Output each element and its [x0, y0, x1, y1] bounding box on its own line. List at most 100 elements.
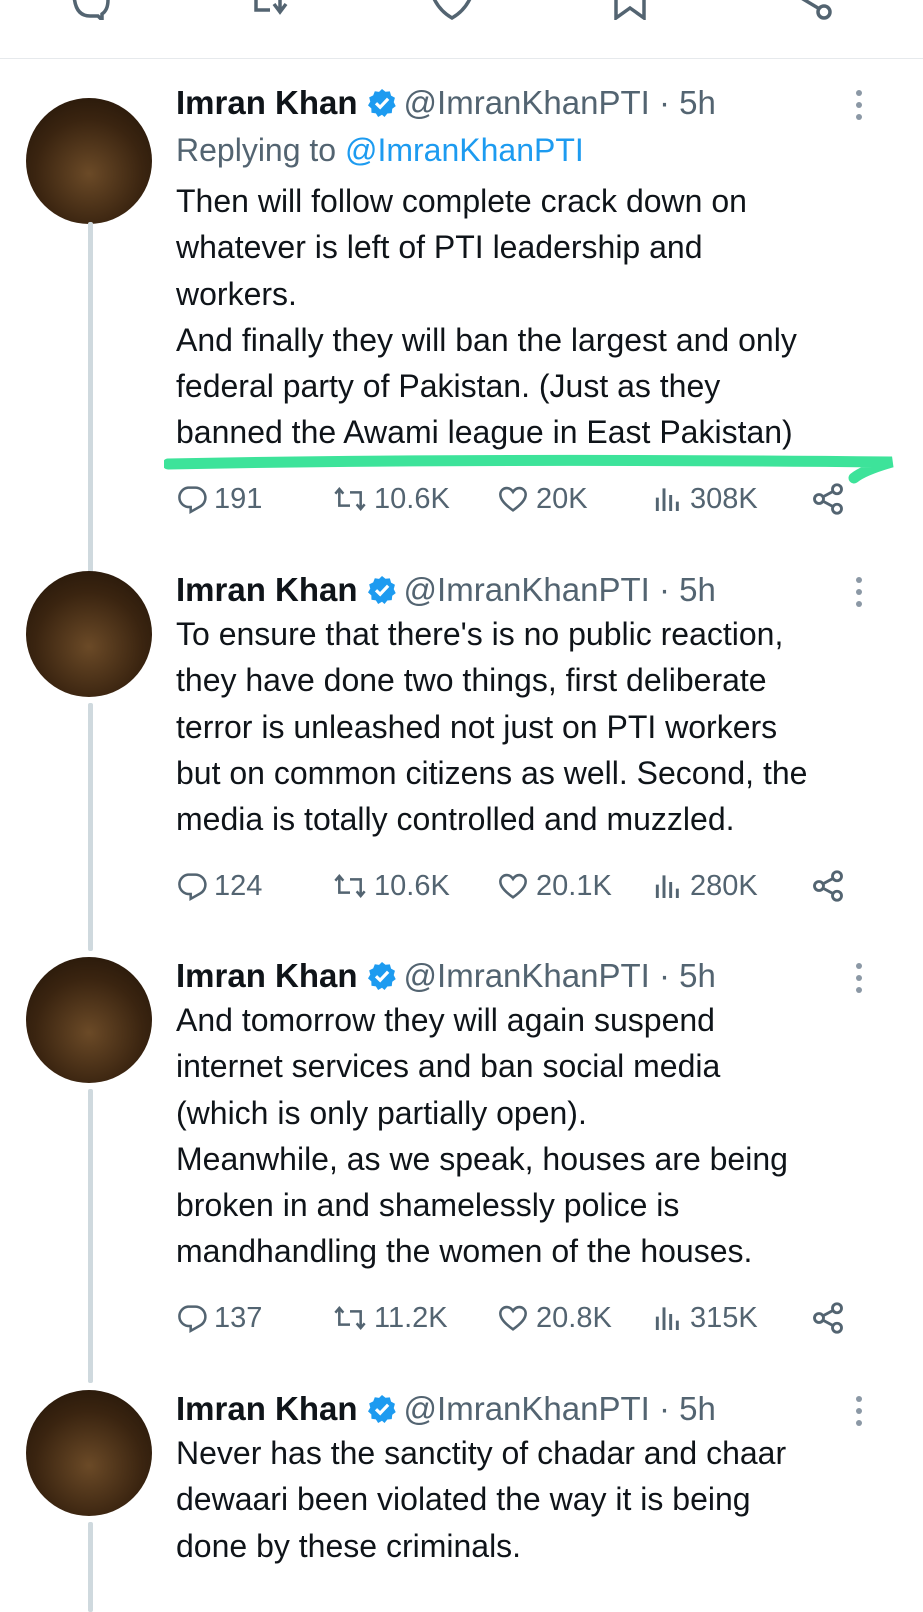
- tweet-text-line: they have done two things, first deliber…: [176, 662, 767, 699]
- tweet-text: Then will follow complete crack down on …: [176, 178, 896, 456]
- repost-count: 10.6K: [374, 482, 450, 515]
- like-count: 20.1K: [536, 869, 612, 902]
- verified-badge-icon: [367, 1395, 396, 1423]
- tweet-text-line: banned the Awami league in East Pakistan…: [176, 414, 793, 451]
- previous-tweet-actions: [0, 0, 923, 59]
- replying-to-label: Replying to: [176, 132, 345, 168]
- display-name[interactable]: Imran Khan: [176, 84, 358, 121]
- reply-button[interactable]: 137: [176, 1295, 262, 1341]
- tweet-text-line: (which is only partially open).: [176, 1094, 587, 1131]
- view-count: 280K: [690, 869, 758, 902]
- thread-line: [88, 703, 93, 951]
- handle[interactable]: @ImranKhanPTI: [404, 957, 650, 994]
- replying-to-link[interactable]: @ImranKhanPTI: [345, 132, 584, 168]
- heart-icon: [499, 1305, 527, 1331]
- tweet-text-line: broken in and shamelessly police is: [176, 1187, 680, 1224]
- views-button[interactable]: 280K: [652, 863, 758, 909]
- tweet[interactable]: Imran Khan @ImranKhanPTI · 5h Never has t…: [0, 1388, 923, 1612]
- handle[interactable]: @ImranKhanPTI: [404, 1390, 650, 1427]
- view-count: 315K: [690, 1301, 758, 1334]
- like-button[interactable]: 20.8K: [496, 1295, 612, 1341]
- repost-icon: [334, 874, 366, 898]
- tweet[interactable]: Imran Khan @ImranKhanPTI · 5h To ensure t…: [0, 569, 923, 951]
- tweet-text-line: workers.: [176, 275, 297, 312]
- views-icon: [655, 1307, 679, 1330]
- tweet-text-line: Then will follow complete crack down on: [176, 183, 747, 219]
- share-button[interactable]: [810, 476, 852, 522]
- views-icon: [655, 875, 679, 898]
- tweet-text: Never has the sanctity of chadar and cha…: [176, 1430, 896, 1569]
- display-name[interactable]: Imran Khan: [176, 1390, 358, 1427]
- timestamp[interactable]: · 5h: [659, 84, 716, 121]
- handle[interactable]: @ImranKhanPTI: [404, 571, 650, 608]
- tweet[interactable]: Imran Khan @ImranKhanPTI · 5h Replying to…: [0, 82, 923, 642]
- like-button[interactable]: 20K: [496, 476, 588, 522]
- tweet[interactable]: Imran Khan @ImranKhanPTI · 5h And tomorro…: [0, 955, 923, 1383]
- views-button[interactable]: 308K: [652, 476, 758, 522]
- verified-badge-icon: [367, 962, 396, 990]
- share-icon: [813, 1302, 843, 1334]
- avatar[interactable]: [26, 1390, 152, 1516]
- verified-badge-icon: [367, 576, 396, 604]
- reply-button[interactable]: 124: [176, 863, 262, 909]
- repost-count: 10.6K: [374, 869, 450, 902]
- timestamp[interactable]: · 5h: [659, 571, 716, 608]
- tweet-text-line: terror is unleashed not just on PTI work…: [176, 708, 778, 745]
- more-icon[interactable]: [852, 961, 866, 995]
- tweet-text-line: mandhandling the women of the houses.: [176, 1233, 753, 1270]
- tweet-text-line: federal party of Pakistan. (Just as they: [176, 368, 721, 405]
- more-icon[interactable]: [852, 1394, 866, 1428]
- tweet-actions: 137 11.2K 20.8K 315K: [176, 1295, 876, 1341]
- share-button[interactable]: [810, 863, 852, 909]
- tweet-header: Imran Khan @ImranKhanPTI · 5h: [176, 955, 716, 997]
- tweet-actions: 124 10.6K 20.1K 280K: [176, 863, 876, 909]
- like-count: 20.8K: [536, 1301, 612, 1334]
- avatar[interactable]: [26, 571, 152, 697]
- repost-icon: [334, 487, 366, 511]
- heart-icon: [499, 486, 527, 512]
- repost-count: 11.2K: [374, 1301, 448, 1334]
- avatar[interactable]: [26, 957, 152, 1083]
- repost-icon[interactable]: [250, 0, 294, 20]
- repost-button[interactable]: 10.6K: [332, 476, 450, 522]
- share-icon[interactable]: [790, 0, 834, 20]
- share-button[interactable]: [810, 1295, 852, 1341]
- tweet-text-line: media is totally controlled and muzzled.: [176, 801, 735, 838]
- share-icon: [813, 870, 843, 902]
- view-count: 308K: [690, 482, 758, 515]
- display-name[interactable]: Imran Khan: [176, 957, 358, 994]
- tweet-text-line: whatever is left of PTI leadership and: [176, 229, 703, 266]
- tweet-text: To ensure that there's is no public reac…: [176, 611, 896, 842]
- reply-count: 124: [214, 869, 263, 902]
- timestamp[interactable]: · 5h: [659, 1390, 716, 1427]
- avatar[interactable]: [26, 98, 152, 224]
- tweet-actions: 191 10.6K 20K 308K: [176, 476, 876, 522]
- reply-icon[interactable]: [68, 0, 112, 20]
- reply-button[interactable]: 191: [176, 476, 262, 522]
- repost-button[interactable]: 10.6K: [332, 863, 450, 909]
- handle[interactable]: @ImranKhanPTI: [404, 84, 650, 121]
- display-name[interactable]: Imran Khan: [176, 571, 358, 608]
- reply-icon: [178, 873, 207, 901]
- tweet-header: Imran Khan @ImranKhanPTI · 5h: [176, 82, 716, 124]
- tweet-header: Imran Khan @ImranKhanPTI · 5h: [176, 1388, 716, 1430]
- repost-button[interactable]: 11.2K: [332, 1295, 448, 1341]
- repost-icon: [334, 1306, 366, 1330]
- tweet-text-line: dewaari been violated the way it is bein…: [176, 1481, 751, 1518]
- tweet-text-line: internet services and ban social media: [176, 1048, 721, 1085]
- tweet-header: Imran Khan @ImranKhanPTI · 5h: [176, 569, 716, 611]
- reply-icon: [178, 486, 207, 514]
- tweet-text-line: Meanwhile, as we speak, houses are being: [176, 1140, 788, 1177]
- heart-icon[interactable]: [430, 0, 474, 20]
- reply-icon: [178, 1305, 207, 1333]
- tweet-text-line: Never has the sanctity of chadar and cha…: [176, 1435, 787, 1471]
- more-icon[interactable]: [852, 575, 866, 609]
- like-button[interactable]: 20.1K: [496, 863, 612, 909]
- reply-count: 191: [214, 482, 263, 515]
- more-icon[interactable]: [852, 88, 866, 122]
- timestamp[interactable]: · 5h: [659, 957, 716, 994]
- tweet-text-line: And tomorrow they will again suspend: [176, 1002, 715, 1038]
- bookmark-icon[interactable]: [608, 0, 652, 20]
- share-icon: [813, 483, 843, 515]
- views-button[interactable]: 315K: [652, 1295, 758, 1341]
